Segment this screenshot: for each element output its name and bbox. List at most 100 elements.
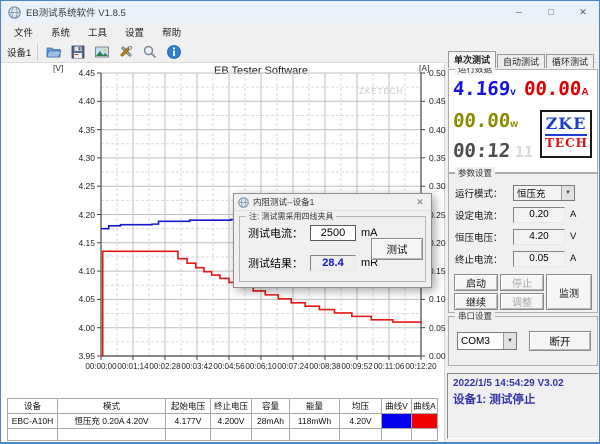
cell-avg-voltage: 4.20V xyxy=(339,413,382,429)
dialog-note-label: 注: 测试需采用四线夹具 xyxy=(246,211,337,222)
end-current-field[interactable]: 0.05 xyxy=(513,250,565,267)
curve-v-color-cell[interactable] xyxy=(381,413,412,429)
cv-voltage-unit: V xyxy=(570,231,577,242)
save-button[interactable] xyxy=(66,42,90,62)
resume-button[interactable]: 继续 xyxy=(454,293,498,310)
current-display: 00.00 xyxy=(523,78,583,100)
start-button[interactable]: 启动 xyxy=(454,274,498,291)
maximize-button[interactable]: □ xyxy=(535,1,567,23)
power-row: 00.00w xyxy=(452,110,518,132)
minimize-button[interactable]: ─ xyxy=(503,1,535,23)
toolbar-separator xyxy=(37,43,39,60)
app-globe-icon xyxy=(8,5,21,19)
monitor-button[interactable]: 监测 xyxy=(546,274,592,310)
internal-resistance-dialog: 内阻测试--设备1 ✕ 注: 测试需采用四线夹具 测试电流： mA 测试结果： … xyxy=(233,193,432,288)
current-unit: A xyxy=(581,87,589,98)
menu-system[interactable]: 系统 xyxy=(42,23,79,41)
set-current-unit: A xyxy=(570,209,577,220)
stop-button[interactable]: 停止 xyxy=(500,274,544,291)
col-avg-voltage: 均压 xyxy=(339,398,382,414)
open-folder-icon xyxy=(46,47,62,57)
mode-combo[interactable]: 恒压充 ▼ xyxy=(513,184,575,201)
voltage-unit: v xyxy=(510,87,516,98)
cell-start-voltage: 4.177V xyxy=(165,413,211,429)
col-energy: 能量 xyxy=(289,398,340,414)
run-data-group: 运行数据 4.169v 00.00A 00.00w 00:12 11 ZKE T… xyxy=(448,63,598,173)
mode-row: 运行模式： 恒压充 ▼ xyxy=(455,184,575,201)
chevron-down-icon[interactable]: ▼ xyxy=(561,185,574,200)
power-unit: w xyxy=(510,119,518,130)
snapshot-button[interactable] xyxy=(90,42,114,62)
menu-file[interactable]: 文件 xyxy=(5,23,42,41)
curve-a-color-cell[interactable] xyxy=(411,413,438,429)
tab-single-test[interactable]: 单次测试 xyxy=(448,51,497,68)
device-tab-label[interactable]: 设备1 xyxy=(1,45,37,59)
dialog-close-button[interactable]: ✕ xyxy=(409,194,431,210)
zke-logo-top: ZKE xyxy=(545,114,587,133)
cv-voltage-row: 恒压电压： 4.20 V xyxy=(455,228,576,245)
mode-value: 恒压充 xyxy=(517,188,546,200)
menu-help[interactable]: 帮助 xyxy=(153,23,190,41)
com-port-combo[interactable]: COM3 ▼ xyxy=(457,332,517,350)
end-current-row: 终止电流： 0.05 A xyxy=(455,250,576,267)
disconnect-button[interactable]: 断开 xyxy=(529,331,591,351)
close-button[interactable]: ✕ xyxy=(567,1,599,23)
tools-button[interactable] xyxy=(114,42,138,62)
about-button[interactable] xyxy=(162,42,186,62)
col-start-voltage: 起始电压 xyxy=(165,398,211,414)
end-current-label: 终止电流： xyxy=(455,254,503,266)
test-current-row: 测试电流： mA xyxy=(248,225,378,241)
voltage-display: 4.169 xyxy=(452,78,511,100)
menu-settings[interactable]: 设置 xyxy=(116,23,153,41)
dialog-title: 内阻测试--设备1 xyxy=(253,197,315,207)
cell-device: EBC-A10H xyxy=(7,413,58,429)
dialog-title-bar[interactable]: 内阻测试--设备1 ✕ xyxy=(234,194,431,211)
open-file-button[interactable] xyxy=(42,42,66,62)
menu-bar: 文件 系统 工具 设置 帮助 xyxy=(1,23,599,41)
results-table: 设备 模式 起始电压 终止电压 容量 能量 均压 曲线V 曲线A EBC-A10… xyxy=(7,398,438,441)
test-mode-tabs: 单次测试 自动测试 循环测试 xyxy=(448,51,595,68)
col-end-voltage: 终止电压 xyxy=(210,398,252,414)
cv-voltage-field[interactable]: 4.20 xyxy=(513,228,565,245)
dialog-globe-icon xyxy=(238,196,249,208)
app-window: EB测试系统软件 V1.8.5 ─ □ ✕ 文件 系统 工具 设置 帮助 设备1 xyxy=(0,0,600,444)
tools-icon xyxy=(120,45,133,57)
tab-cycle-test[interactable]: 循环测试 xyxy=(546,54,595,68)
set-current-row: 设定电流： 0.20 A xyxy=(455,206,576,223)
test-current-input[interactable] xyxy=(310,225,356,241)
tab-auto-test[interactable]: 自动测试 xyxy=(497,54,546,68)
serial-group-label: 串口设置 xyxy=(455,310,496,322)
col-capacity: 容量 xyxy=(251,398,290,414)
col-curve-a: 曲线A xyxy=(411,398,438,414)
zke-logo-bottom: TECH xyxy=(545,134,588,150)
table-row: EBC-A10H 恒压充 0.20A 4.20V 4.177V 4.200V 2… xyxy=(7,413,438,429)
adjust-button[interactable]: 调整 xyxy=(500,293,544,310)
zoom-button[interactable] xyxy=(138,42,162,62)
col-curve-v: 曲线V xyxy=(381,398,412,414)
magnifier-icon xyxy=(144,45,157,58)
status-message: 设备1: 测试停止 xyxy=(453,394,536,406)
cell-capacity: 28mAh xyxy=(251,413,290,429)
table-header-row: 设备 模式 起始电压 终止电压 容量 能量 均压 曲线V 曲线A xyxy=(7,398,438,414)
test-button[interactable]: 测试 xyxy=(371,238,423,260)
col-mode: 模式 xyxy=(57,398,166,414)
com-port-value: COM3 xyxy=(461,335,490,347)
menu-tools[interactable]: 工具 xyxy=(79,23,116,41)
table-empty-row xyxy=(7,428,438,441)
voltage-current-row: 4.169v 00.00A xyxy=(452,78,589,100)
control-panel: 运行数据 4.169v 00.00A 00.00w 00:12 11 ZKE T… xyxy=(444,63,599,442)
set-current-field[interactable]: 0.20 xyxy=(513,206,565,223)
col-device: 设备 xyxy=(7,398,58,414)
test-result-row: 测试结果： 28.4 mR xyxy=(248,255,378,271)
set-current-label: 设定电流： xyxy=(455,210,503,222)
status-box: 2022/1/5 14:54:29 V3.02 设备1: 测试停止 xyxy=(447,373,599,439)
time-row: 00:12 11 xyxy=(452,140,533,162)
serial-row: COM3 ▼ 断开 xyxy=(457,331,591,351)
save-floppy-icon xyxy=(71,45,85,58)
info-icon xyxy=(167,44,182,59)
cell-mode: 恒压充 0.20A 4.20V xyxy=(57,413,166,429)
title-bar[interactable]: EB测试系统软件 V1.8.5 ─ □ ✕ xyxy=(1,1,599,23)
cell-energy: 118mWh xyxy=(289,413,340,429)
test-result-label: 测试结果： xyxy=(248,258,303,270)
chevron-down-icon[interactable]: ▼ xyxy=(503,333,516,349)
